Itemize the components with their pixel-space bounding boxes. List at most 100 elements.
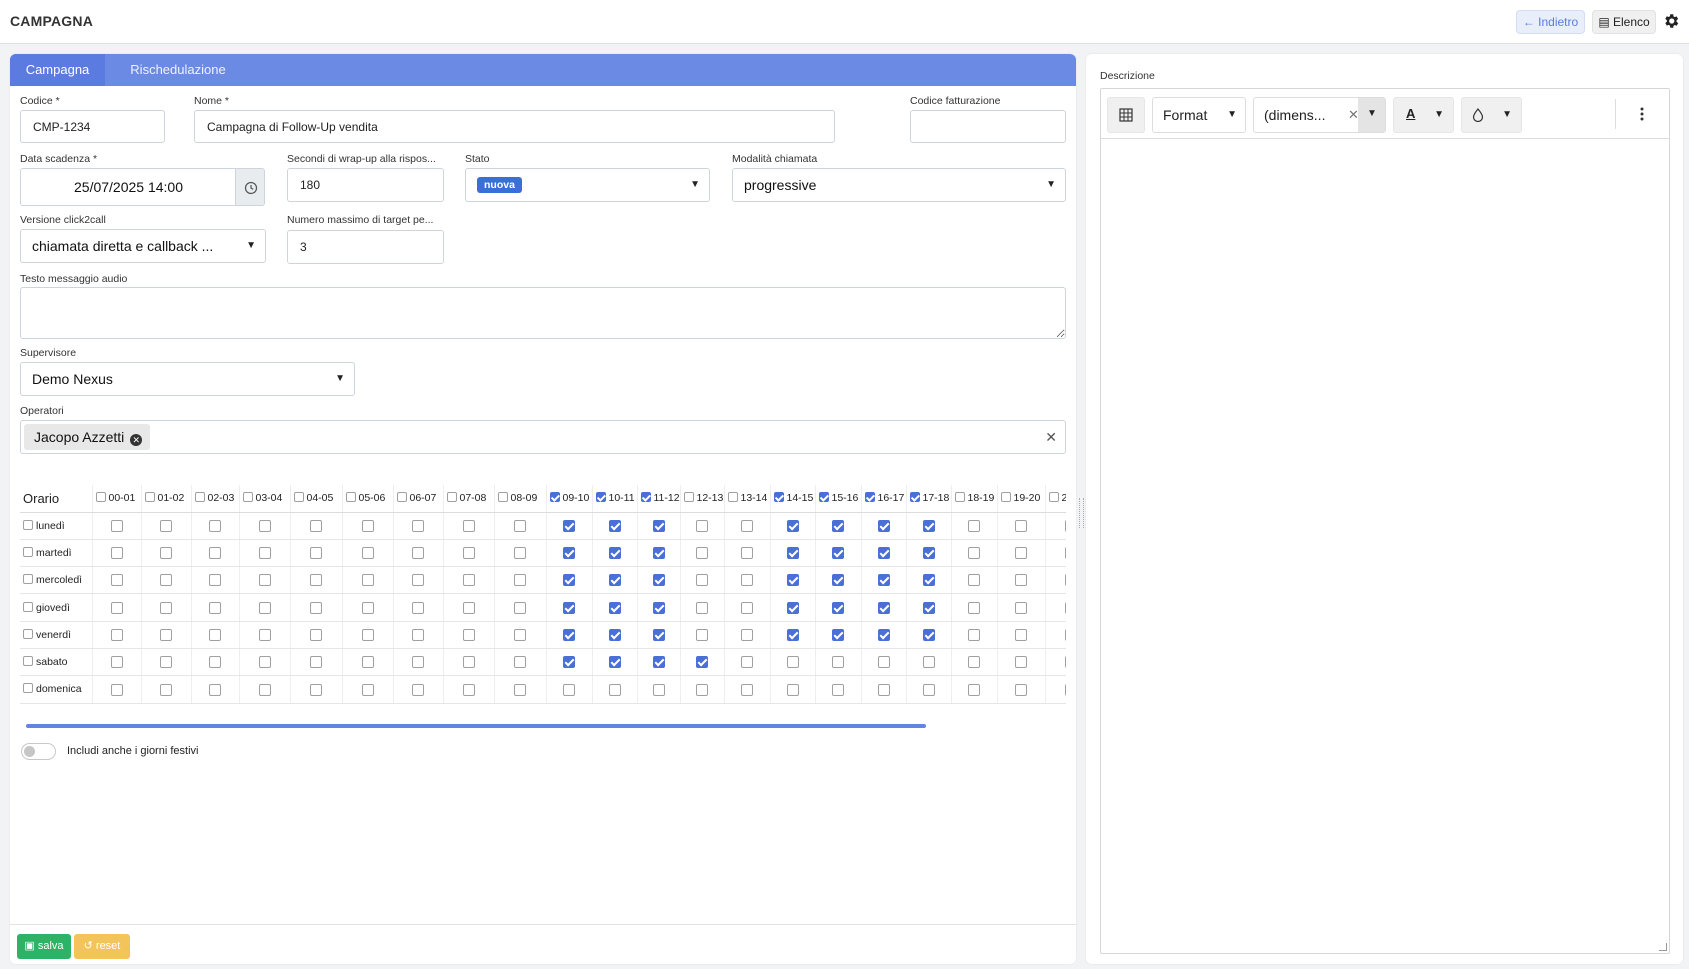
tab-campagna[interactable]: Campagna <box>10 54 105 86</box>
nome-input[interactable]: Campagna di Follow-Up vendita <box>194 110 835 143</box>
slot-checkbox[interactable] <box>258 601 271 614</box>
slot-checkbox[interactable] <box>258 683 271 696</box>
slot-checkbox[interactable] <box>968 519 980 532</box>
slot-checkbox[interactable] <box>877 683 890 696</box>
testo-audio-textarea[interactable] <box>20 287 1066 339</box>
reset-button[interactable]: ↺ reset <box>74 934 130 959</box>
hour-column-checkbox[interactable] <box>242 492 253 503</box>
slot-checkbox[interactable] <box>160 547 172 560</box>
slot-checkbox[interactable] <box>696 601 708 614</box>
slot-checkbox[interactable] <box>514 601 526 614</box>
slot-checkbox[interactable] <box>310 628 322 641</box>
hour-column-checkbox[interactable] <box>497 492 508 503</box>
slot-checkbox[interactable] <box>514 683 526 696</box>
slot-checkbox[interactable] <box>361 547 374 560</box>
slot-checkbox[interactable] <box>1064 547 1066 560</box>
slot-checkbox[interactable] <box>652 628 665 641</box>
slot-checkbox[interactable] <box>922 683 935 696</box>
hour-column-checkbox[interactable] <box>293 492 304 503</box>
slot-checkbox[interactable] <box>652 547 665 560</box>
slot-checkbox[interactable] <box>832 683 844 696</box>
slot-checkbox[interactable] <box>608 656 621 669</box>
hour-column-checkbox[interactable] <box>773 492 784 503</box>
slot-checkbox[interactable] <box>110 683 123 696</box>
slot-checkbox[interactable] <box>412 628 424 641</box>
slot-checkbox[interactable] <box>652 683 665 696</box>
slot-checkbox[interactable] <box>922 601 935 614</box>
slot-checkbox[interactable] <box>741 519 753 532</box>
slot-checkbox[interactable] <box>361 601 374 614</box>
slot-checkbox[interactable] <box>462 574 475 587</box>
slot-checkbox[interactable] <box>160 574 172 587</box>
slot-checkbox[interactable] <box>696 656 708 669</box>
slot-checkbox[interactable] <box>412 574 424 587</box>
slot-checkbox[interactable] <box>110 547 123 560</box>
slot-checkbox[interactable] <box>696 519 708 532</box>
slot-checkbox[interactable] <box>832 519 844 532</box>
hour-column-checkbox[interactable] <box>1000 492 1011 503</box>
slot-checkbox[interactable] <box>563 628 575 641</box>
slot-checkbox[interactable] <box>462 519 475 532</box>
slot-checkbox[interactable] <box>922 656 935 669</box>
slot-checkbox[interactable] <box>741 601 753 614</box>
slot-checkbox[interactable] <box>1015 656 1027 669</box>
slot-checkbox[interactable] <box>110 519 123 532</box>
slot-checkbox[interactable] <box>209 519 221 532</box>
supervisore-select[interactable]: Demo Nexus ▼ <box>20 362 355 396</box>
slot-checkbox[interactable] <box>832 547 844 560</box>
slot-checkbox[interactable] <box>514 547 526 560</box>
hour-column-checkbox[interactable] <box>396 492 407 503</box>
slot-checkbox[interactable] <box>563 547 575 560</box>
hour-column-checkbox[interactable] <box>446 492 457 503</box>
day-row-checkbox[interactable] <box>23 656 33 667</box>
gear-icon[interactable] <box>1662 12 1680 30</box>
slot-checkbox[interactable] <box>563 656 575 669</box>
slot-checkbox[interactable] <box>1064 574 1066 587</box>
hour-column-checkbox[interactable] <box>194 492 205 503</box>
rich-text-editor[interactable]: Format ▼ (dimens... ✕ ▼ A ▼ ▼ <box>1100 88 1670 954</box>
codice-fatturazione-input[interactable] <box>910 110 1066 143</box>
slot-checkbox[interactable] <box>209 628 221 641</box>
slot-checkbox[interactable] <box>741 683 753 696</box>
slot-checkbox[interactable] <box>968 547 980 560</box>
slot-checkbox[interactable] <box>877 601 890 614</box>
list-button[interactable]: ▤ Elenco <box>1592 10 1656 34</box>
hour-column-checkbox[interactable] <box>954 492 965 503</box>
hour-column-checkbox[interactable] <box>909 492 920 503</box>
slot-checkbox[interactable] <box>877 628 890 641</box>
codice-input[interactable]: CMP-1234 <box>20 110 165 143</box>
slot-checkbox[interactable] <box>310 574 322 587</box>
clear-icon[interactable]: ✕ <box>1045 421 1057 453</box>
slot-checkbox[interactable] <box>209 683 221 696</box>
day-row-checkbox[interactable] <box>23 574 33 585</box>
day-row-checkbox[interactable] <box>23 546 33 557</box>
hour-column-checkbox[interactable] <box>727 492 738 503</box>
slot-checkbox[interactable] <box>968 601 980 614</box>
slot-checkbox[interactable] <box>563 574 575 587</box>
hour-column-checkbox[interactable] <box>595 492 606 503</box>
font-size-dropdown[interactable]: (dimens... ✕ ▼ <box>1253 97 1386 133</box>
slot-checkbox[interactable] <box>968 656 980 669</box>
festivi-toggle[interactable] <box>21 743 56 760</box>
hour-column-checkbox[interactable] <box>818 492 829 503</box>
slot-checkbox[interactable] <box>696 547 708 560</box>
slot-checkbox[interactable] <box>258 519 271 532</box>
save-button[interactable]: ▣ salva <box>17 934 71 959</box>
slot-checkbox[interactable] <box>786 656 799 669</box>
slot-checkbox[interactable] <box>514 519 526 532</box>
slot-checkbox[interactable] <box>922 628 935 641</box>
more-options-button[interactable] <box>1632 103 1652 125</box>
slot-checkbox[interactable] <box>1015 628 1027 641</box>
slot-checkbox[interactable] <box>832 574 844 587</box>
slot-checkbox[interactable] <box>412 519 424 532</box>
slot-checkbox[interactable] <box>209 656 221 669</box>
max-target-input[interactable]: 3 <box>287 230 444 264</box>
slot-checkbox[interactable] <box>258 628 271 641</box>
slot-checkbox[interactable] <box>652 656 665 669</box>
back-button[interactable]: ← Indietro <box>1516 10 1585 34</box>
slot-checkbox[interactable] <box>361 628 374 641</box>
tab-rischedulazione[interactable]: Rischedulazione <box>108 54 248 86</box>
slot-checkbox[interactable] <box>608 601 621 614</box>
slot-checkbox[interactable] <box>786 683 799 696</box>
slot-checkbox[interactable] <box>412 656 424 669</box>
